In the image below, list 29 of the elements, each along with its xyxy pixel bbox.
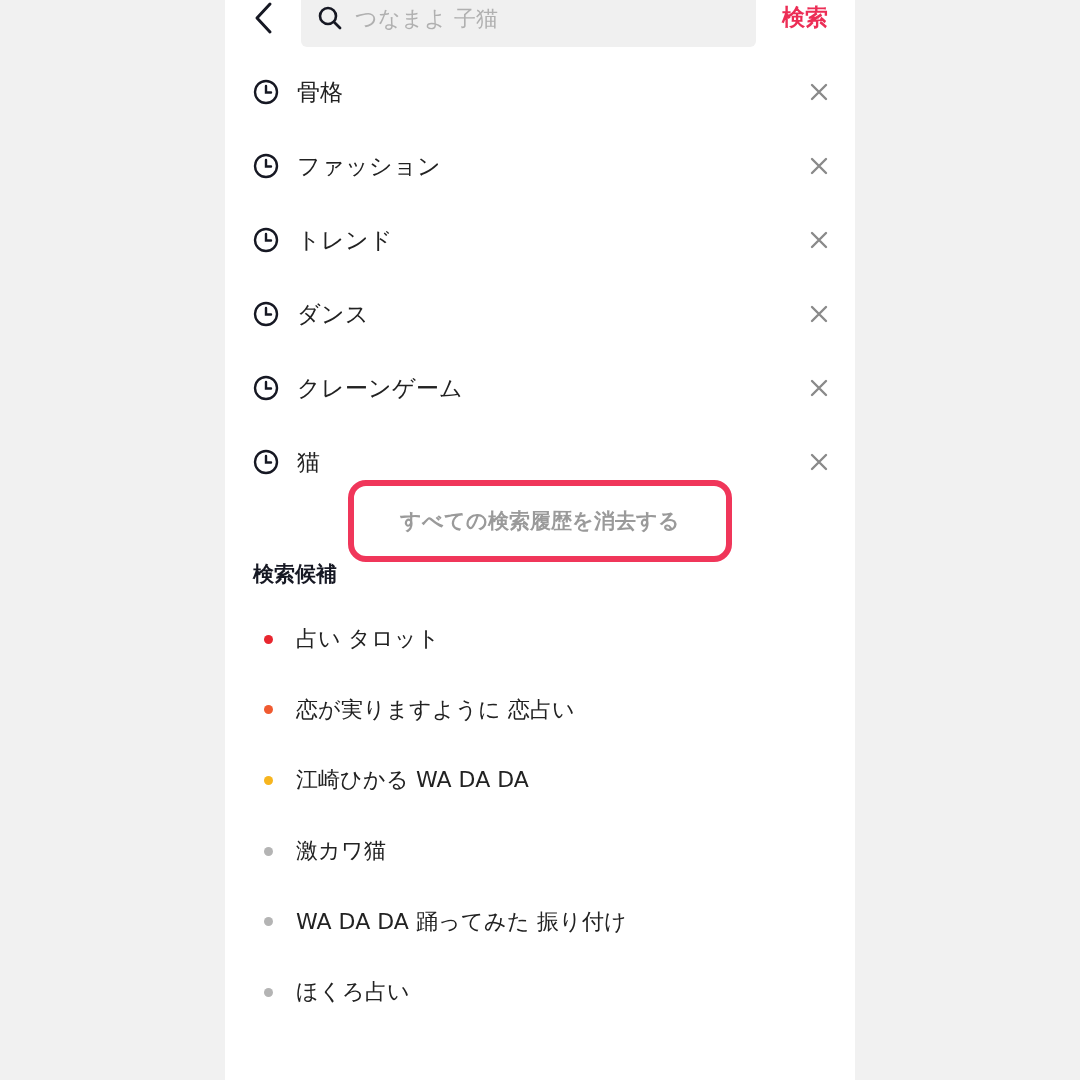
clock-icon bbox=[253, 227, 279, 253]
suggestion-item[interactable]: 激カワ猫 bbox=[296, 836, 386, 867]
close-icon[interactable] bbox=[810, 453, 828, 471]
suggestion-item[interactable]: ほくろ占い bbox=[296, 977, 410, 1008]
search-icon bbox=[317, 5, 343, 31]
history-item[interactable]: クレーンゲーム bbox=[297, 372, 810, 404]
clock-icon bbox=[253, 375, 279, 401]
section-heading: 検索候補 bbox=[253, 561, 338, 588]
suggestion-item[interactable]: 恋が実りますように 恋占い bbox=[296, 694, 575, 725]
suggestion-item[interactable]: 占い タロット bbox=[296, 624, 440, 655]
history-item[interactable]: 骨格 bbox=[297, 76, 810, 108]
search-field[interactable]: つなまよ 子猫 bbox=[301, 0, 756, 47]
search-input[interactable]: つなまよ 子猫 bbox=[355, 4, 740, 32]
suggestion-item[interactable]: 江崎ひかる WA DA DA bbox=[296, 765, 529, 796]
close-icon[interactable] bbox=[810, 157, 828, 175]
history-item[interactable]: トレンド bbox=[297, 224, 810, 256]
close-icon[interactable] bbox=[810, 231, 828, 249]
close-icon[interactable] bbox=[810, 305, 828, 323]
clock-icon bbox=[253, 153, 279, 179]
clock-icon bbox=[253, 79, 279, 105]
history-item[interactable]: 猫 bbox=[297, 446, 810, 478]
clock-icon bbox=[253, 301, 279, 327]
clock-icon bbox=[253, 449, 279, 475]
search-button[interactable]: 検索 bbox=[782, 0, 828, 33]
close-icon[interactable] bbox=[810, 379, 828, 397]
close-icon[interactable] bbox=[810, 83, 828, 101]
suggestion-item[interactable]: WA DA DA 踊ってみた 振り付け bbox=[296, 906, 627, 937]
history-item[interactable]: ファッション bbox=[297, 150, 810, 182]
history-item[interactable]: ダンス bbox=[297, 298, 810, 330]
